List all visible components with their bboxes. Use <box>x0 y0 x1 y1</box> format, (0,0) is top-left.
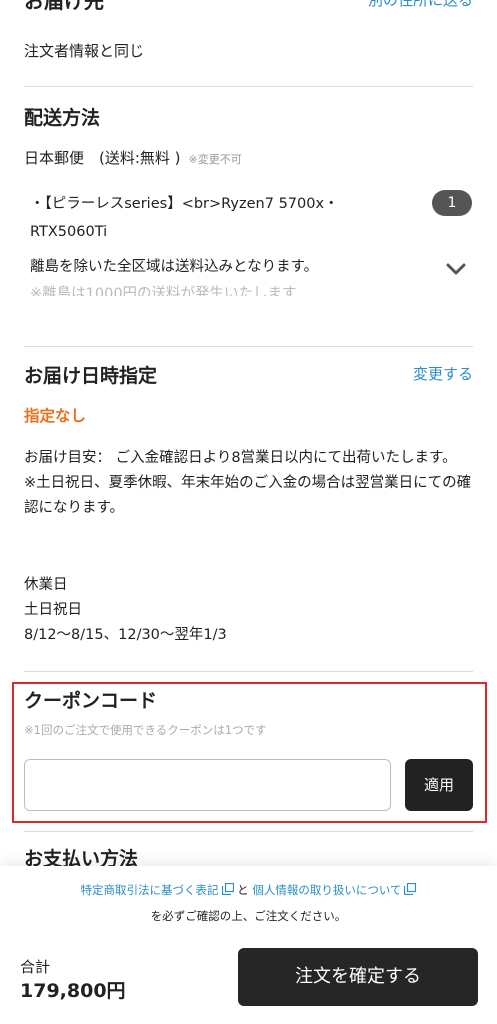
privacy-policy-link[interactable]: 個人情報の取り扱いについて <box>252 883 401 897</box>
divider <box>24 86 473 87</box>
order-item-name: ・【ピラーレスseries】<br>Ryzen7 5700x・RTX5060Ti <box>30 196 339 240</box>
delivery-date-title: お届け日時指定 <box>24 365 158 387</box>
shipping-method-title: 配送方法 <box>24 107 101 129</box>
total-amount: 179,800円 <box>20 980 126 1002</box>
divider <box>24 671 473 672</box>
legal-notice-link[interactable]: 特定商取引法に基づく表記 <box>81 883 219 897</box>
apply-coupon-button[interactable]: 適用 <box>405 759 473 811</box>
confirm-order-button[interactable]: 注文を確定する <box>238 948 478 1006</box>
shipping-method-note: ※変更不可 <box>188 153 242 166</box>
legal-confirm-text: を必ずご確認の上、ご注文ください。 <box>150 909 347 923</box>
delivery-date-selected: 指定なし <box>24 407 87 425</box>
delivery-address-header: お届け先 別の住所に送る <box>24 0 473 14</box>
shipping-note-more: ※離島は1000円の送料が発生いたします <box>30 286 297 296</box>
delivery-address-value: 注文者情報と同じ <box>24 42 145 60</box>
chevron-down-icon[interactable] <box>446 262 466 276</box>
coupon-title: クーポンコード <box>24 690 158 712</box>
holiday-title: 休業日 <box>24 577 68 593</box>
holiday-info: 休業日 土日祝日 8/12〜8/15、12/30〜翌年1/3 <box>24 573 474 648</box>
holiday-weekends: 土日祝日 <box>24 602 82 618</box>
delivery-estimate-text: お届け目安： ご入金確認日より8営業日以内にて出荷いたします。 <box>24 450 457 466</box>
legal-links: 特定商取引法に基づく表記 と 個人情報の取り扱いについて <box>0 880 497 900</box>
coupon-note: ※1回のご注文で使用できるクーポンは1つです <box>24 723 267 737</box>
delivery-estimate: お届け目安： ご入金確認日より8営業日以内にて出荷いたします。 ※土日祝日、夏季… <box>24 446 474 521</box>
divider <box>24 346 473 347</box>
holiday-periods: 8/12〜8/15、12/30〜翌年1/3 <box>24 627 227 643</box>
shipping-note: 離島を除いた全区域は送料込みとなります。 <box>30 259 319 275</box>
external-link-icon <box>404 883 417 895</box>
shipping-method-name: 日本郵便 (送料:無料 ) <box>24 149 181 167</box>
external-link-icon <box>221 883 234 895</box>
shipping-method-value: 日本郵便 (送料:無料 ) ※変更不可 <box>24 147 242 171</box>
change-delivery-date-link[interactable]: 変更する <box>413 362 473 386</box>
legal-and-text: と <box>237 883 249 897</box>
checkout-page: お届け先 別の住所に送る 注文者情報と同じ 配送方法 日本郵便 (送料:無料 )… <box>0 0 497 1024</box>
divider <box>24 831 473 832</box>
coupon-code-input[interactable] <box>24 759 391 811</box>
send-to-other-address-link[interactable]: 別の住所に送る <box>368 0 473 12</box>
total-label: 合計 <box>20 958 51 976</box>
delivery-address-title: お届け先 <box>24 0 104 13</box>
quantity-badge: 1 <box>432 190 472 216</box>
delivery-estimate-note: ※土日祝日、夏季休暇、年末年始のご入金の場合は翌営業日にての確認になります。 <box>24 475 472 516</box>
